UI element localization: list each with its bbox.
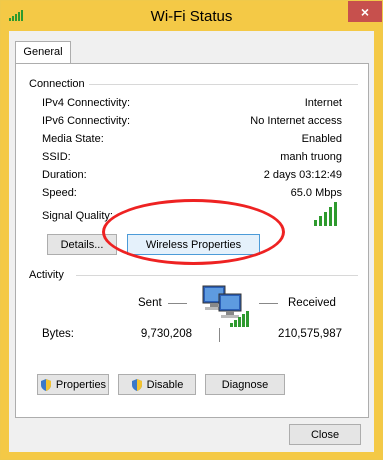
bytes-sent-value: 9,730,208 xyxy=(140,328,192,340)
window-title: Wi-Fi Status xyxy=(150,8,233,25)
sent-line xyxy=(168,303,187,304)
properties-button[interactable]: Properties xyxy=(37,374,109,395)
row-duration: Duration: 2 days 03:12:49 xyxy=(42,169,342,183)
window-client: General Connection IPv4 Connectivity: In… xyxy=(9,31,374,452)
admin-shield-icon xyxy=(40,378,51,391)
bytes-label: Bytes: xyxy=(42,328,74,340)
disable-label: Disable xyxy=(146,378,184,391)
diagnose-button[interactable]: Diagnose xyxy=(205,374,285,395)
connection-divider xyxy=(86,84,358,85)
row-label: SSID: xyxy=(42,151,71,163)
row-value: Enabled xyxy=(301,133,342,145)
row-value: No Internet access xyxy=(250,115,342,127)
received-line xyxy=(259,303,278,304)
row-value: 65.0 Mbps xyxy=(290,187,342,199)
general-panel: Connection IPv4 Connectivity: Internet I… xyxy=(15,63,369,418)
signal-quality-label: Signal Quality: xyxy=(42,210,113,222)
row-media-state: Media State: Enabled xyxy=(42,133,342,147)
network-computers-icon xyxy=(202,285,249,327)
bytes-divider xyxy=(219,328,220,342)
properties-label: Properties xyxy=(55,378,107,391)
row-value: Internet xyxy=(304,97,342,109)
row-value: 2 days 03:12:49 xyxy=(263,169,342,181)
disable-button[interactable]: Disable xyxy=(118,374,196,395)
bytes-received-value: 210,575,987 xyxy=(278,328,342,340)
row-label: Duration: xyxy=(42,169,87,181)
received-label: Received xyxy=(288,297,336,309)
activity-divider xyxy=(76,275,358,276)
row-label: Media State: xyxy=(42,133,104,145)
row-ipv4: IPv4 Connectivity: Internet xyxy=(42,97,342,111)
row-label: IPv6 Connectivity: xyxy=(42,115,131,127)
sent-label: Sent xyxy=(138,297,162,309)
wireless-properties-button[interactable]: Wireless Properties xyxy=(127,234,260,255)
wifi-status-window: Wi-Fi Status × General Connection IPv4 C… xyxy=(0,0,383,460)
admin-shield-icon xyxy=(131,378,142,391)
title-close-button[interactable]: × xyxy=(348,1,382,22)
row-ipv6: IPv6 Connectivity: No Internet access xyxy=(42,115,342,129)
row-ssid: SSID: manh truong xyxy=(42,151,342,165)
close-button[interactable]: Close xyxy=(289,424,361,445)
connection-heading: Connection xyxy=(29,78,89,90)
signal-quality-bars-icon xyxy=(314,202,344,226)
row-label: Speed: xyxy=(42,187,77,199)
activity-heading: Activity xyxy=(29,269,68,281)
title-bar[interactable]: Wi-Fi Status × xyxy=(1,1,382,31)
row-label: IPv4 Connectivity: xyxy=(42,97,131,109)
details-button[interactable]: Details... xyxy=(47,234,117,255)
row-signal-quality: Signal Quality: xyxy=(42,210,342,224)
row-speed: Speed: 65.0 Mbps xyxy=(42,187,342,201)
tab-general[interactable]: General xyxy=(15,41,71,64)
row-value: manh truong xyxy=(280,151,342,163)
